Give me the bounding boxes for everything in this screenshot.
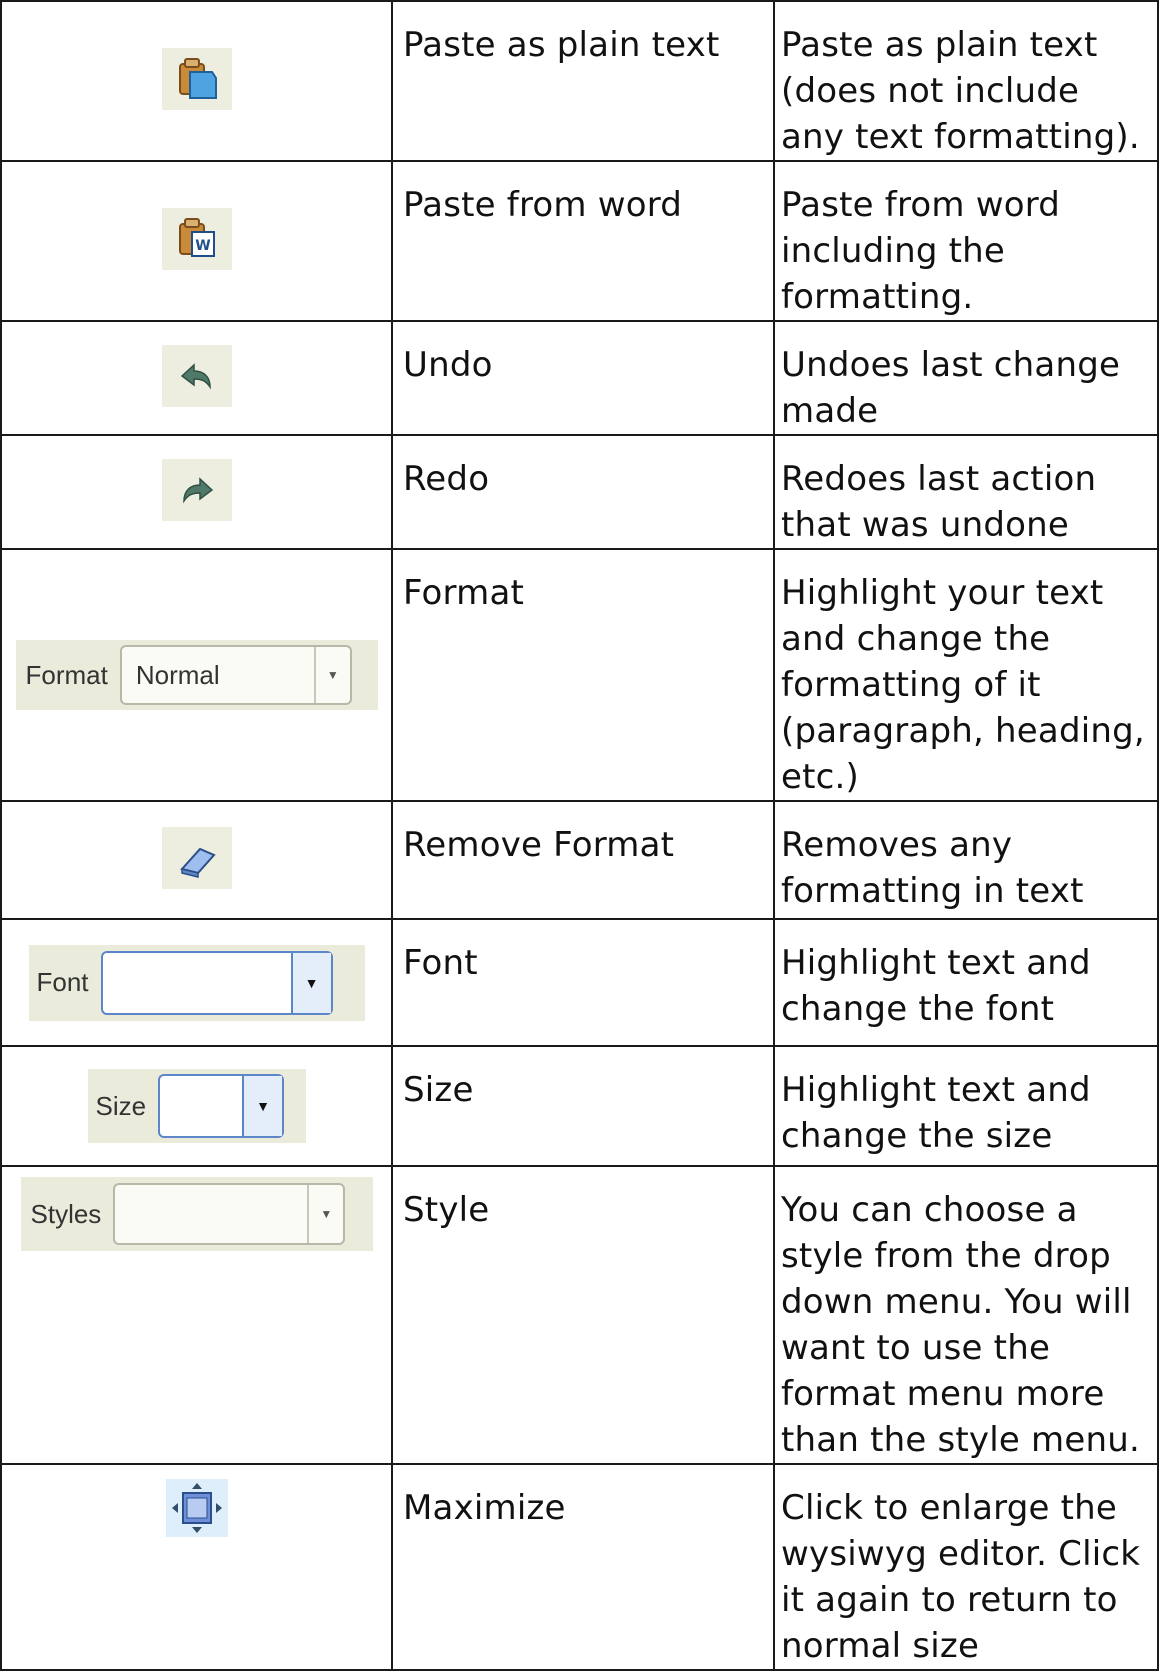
font-dropdown[interactable]: Font ▼ [28,944,365,1021]
styles-dropdown[interactable]: Styles ▼ [20,1177,373,1251]
format-select[interactable]: Normal ▼ [119,645,352,705]
table-row: Format Normal ▼ Format Highlight your te… [0,548,1159,802]
feature-name: Undo [403,345,493,385]
feature-description: Highlight text and change the size [781,1070,1091,1156]
size-select[interactable]: ▼ [158,1074,285,1138]
table-row: W Paste from word Paste from word includ… [0,160,1159,322]
dropdown-label: Format [25,659,108,690]
chevron-down-icon[interactable]: ▼ [313,647,350,703]
name-cell: Paste from word [391,160,775,322]
feature-description: Redoes last action that was undone [781,459,1097,545]
name-cell: Font [391,918,775,1047]
name-cell: Size [391,1045,775,1167]
table-row: Paste as plain text Paste as plain text … [0,0,1159,162]
styles-select[interactable]: ▼ [113,1183,346,1245]
name-cell: Redo [391,434,775,550]
table-row: Undo Undoes last change made [0,320,1159,436]
paste-plain-text-icon [161,48,232,110]
icon-cell: Size ▼ [0,1045,393,1167]
dropdown-label: Size [95,1090,147,1121]
name-cell: Undo [391,320,775,436]
description-cell: Paste as plain text (does not include an… [773,0,1159,162]
table-row: Redo Redoes last action that was undone [0,434,1159,550]
table-row: Styles ▼ Style You can choose a style fr… [0,1165,1159,1465]
feature-name: Redo [403,459,490,499]
icon-cell [0,1463,393,1671]
feature-description: Undoes last change made [781,345,1121,431]
icon-cell [0,800,393,920]
feature-name: Style [403,1190,490,1230]
icon-cell: Format Normal ▼ [0,548,393,802]
icon-cell [0,434,393,550]
description-cell: You can choose a style from the drop dow… [773,1165,1159,1465]
svg-text:W: W [195,238,210,254]
feature-description: Removes any formatting in text [781,825,1084,911]
feature-name: Format [403,573,525,613]
feature-name: Paste from word [403,185,683,225]
description-cell: Highlight text and change the font [773,918,1159,1047]
description-cell: Removes any formatting in text [773,800,1159,920]
chevron-down-icon[interactable]: ▼ [242,1076,283,1136]
description-cell: Paste from word including the formatting… [773,160,1159,322]
feature-description: Paste from word including the formatting… [781,185,1061,317]
dropdown-label: Styles [30,1198,102,1229]
feature-description: Highlight text and change the font [781,943,1091,1029]
description-cell: Redoes last action that was undone [773,434,1159,550]
feature-name: Size [403,1070,474,1110]
font-select[interactable]: ▼ [100,950,333,1015]
table-row: Font ▼ Font Highlight text and change th… [0,918,1159,1047]
name-cell: Paste as plain text [391,0,775,162]
description-cell: Undoes last change made [773,320,1159,436]
name-cell: Style [391,1165,775,1465]
icon-cell: Styles ▼ [0,1165,393,1465]
chevron-down-icon[interactable]: ▼ [307,1185,343,1243]
undo-icon [161,345,232,407]
table-row: Remove Format Removes any formatting in … [0,800,1159,920]
feature-name: Font [403,943,478,983]
icon-cell [0,320,393,436]
name-cell: Maximize [391,1463,775,1671]
format-dropdown[interactable]: Format Normal ▼ [15,640,378,710]
feature-name: Remove Format [403,825,675,865]
table-row: Size ▼ Size Highlight text and change th… [0,1045,1159,1167]
feature-description: You can choose a style from the drop dow… [781,1190,1140,1460]
eraser-icon [161,827,232,889]
name-cell: Remove Format [391,800,775,920]
description-cell: Click to enlarge the wysiwyg editor. Cli… [773,1463,1159,1671]
description-cell: Highlight text and change the size [773,1045,1159,1167]
paste-from-word-icon: W [161,208,232,270]
feature-description: Paste as plain text (does not include an… [781,25,1140,157]
feature-name: Paste as plain text [403,25,720,65]
maximize-icon [165,1479,228,1537]
size-dropdown[interactable]: Size ▼ [87,1069,306,1143]
toolbar-reference-table: Paste as plain text Paste as plain text … [0,0,1159,1671]
icon-cell: W [0,160,393,322]
dropdown-label: Font [36,967,89,997]
feature-name: Maximize [403,1488,566,1528]
chevron-down-icon[interactable]: ▼ [290,952,331,1013]
description-cell: Highlight your text and change the forma… [773,548,1159,802]
name-cell: Format [391,548,775,802]
feature-description: Highlight your text and change the forma… [781,573,1145,797]
icon-cell [0,0,393,162]
icon-cell: Font ▼ [0,918,393,1047]
feature-description: Click to enlarge the wysiwyg editor. Cli… [781,1488,1141,1666]
redo-icon [161,459,232,521]
table-row: Maximize Click to enlarge the wysiwyg ed… [0,1463,1159,1671]
